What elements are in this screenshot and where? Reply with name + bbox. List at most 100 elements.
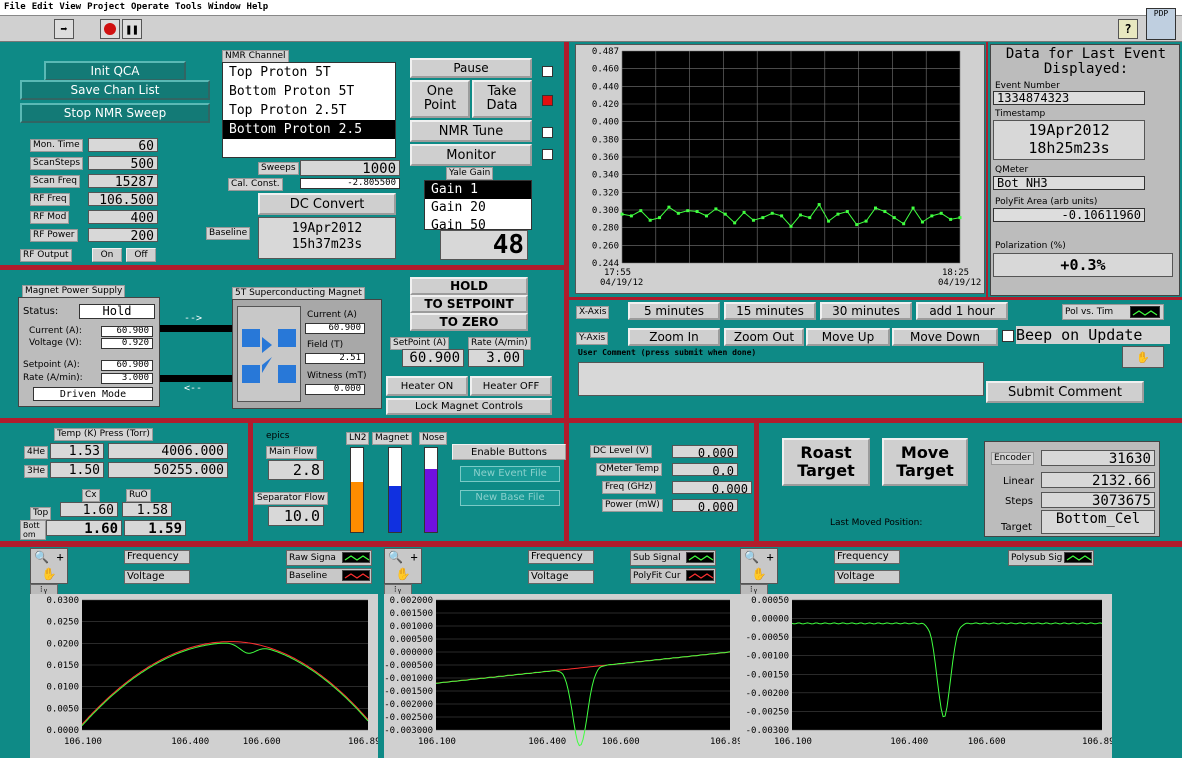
y-tick-label: -0.002500 <box>384 713 433 723</box>
y-axis-button[interactable]: Zoom Out <box>724 328 804 346</box>
menu-item-help[interactable]: Help <box>247 2 269 13</box>
pause-indicator[interactable] <box>542 66 553 77</box>
magnet-gauge-fill <box>389 485 401 532</box>
x-axis-button[interactable]: 30 minutes <box>820 302 912 320</box>
submit-comment-button[interactable]: Submit Comment <box>986 381 1144 403</box>
menu-item-operate[interactable]: Operate <box>131 2 169 13</box>
legend-frequency[interactable]: Frequency <box>834 550 900 564</box>
run-arrow-button[interactable]: ➡ <box>54 19 74 39</box>
save-chan-list-button[interactable]: Save Chan List <box>20 80 210 100</box>
y-tick-label: -0.00300 <box>746 726 789 736</box>
menu-item-tools[interactable]: Tools <box>175 2 202 13</box>
event-number-label: Event Number <box>995 81 1060 91</box>
baseline-label: Baseline <box>206 227 251 240</box>
param-value[interactable]: 500 <box>88 156 158 170</box>
graph-tools-palette[interactable]: 🔍 + ✋ <box>740 548 778 584</box>
param-value[interactable]: 15287 <box>88 174 158 188</box>
y-tick-label: -0.00200 <box>746 689 789 699</box>
init-qca-button[interactable]: Init QCA <box>44 61 186 81</box>
y-tick-label: 0.0050 <box>46 704 79 714</box>
stop-nmr-sweep-button[interactable]: Stop NMR Sweep <box>20 103 210 123</box>
rf-on-button[interactable]: On <box>92 248 122 262</box>
legend-frequency[interactable]: Frequency <box>528 550 594 564</box>
rf-off-button[interactable]: Off <box>126 248 156 262</box>
sp-value[interactable]: 60.900 <box>402 349 464 367</box>
to-setpoint-button[interactable]: TO SETPOINT <box>410 295 528 313</box>
y-axis-button[interactable]: Zoom In <box>628 328 720 346</box>
monitor-button[interactable]: Monitor <box>410 144 532 166</box>
nmr-channel-list[interactable]: Top Proton 5T Bottom Proton 5T Top Proton … <box>222 62 396 158</box>
param-value[interactable]: 400 <box>88 210 158 224</box>
gain-item[interactable]: Gain 1 <box>425 181 531 199</box>
nmr-channel-item[interactable]: Bottom Proton 5T <box>223 82 395 101</box>
menu-item-file[interactable]: File <box>4 2 26 13</box>
dc-convert-button[interactable]: DC Convert <box>258 193 396 215</box>
steps-label: Steps <box>1005 496 1033 507</box>
y-axis-button[interactable]: Move Up <box>806 328 890 346</box>
take-data-indicator[interactable] <box>542 95 553 106</box>
legend-voltage[interactable]: Voltage <box>528 570 594 584</box>
comment-input[interactable] <box>578 362 984 396</box>
main-flow-label: Main Flow <box>266 446 317 459</box>
gain-item[interactable]: Gain 20 <box>425 199 531 217</box>
x-axis-button[interactable]: 15 minutes <box>724 302 816 320</box>
menu-item-view[interactable]: View <box>59 2 81 13</box>
cal-const-value[interactable]: -2.805500 <box>300 178 400 189</box>
nmr-tune-indicator[interactable] <box>542 127 553 138</box>
param-value[interactable]: 200 <box>88 228 158 242</box>
nmr-channel-item[interactable]: Top Proton 5T <box>223 63 395 82</box>
plot-area <box>792 600 1102 730</box>
hold-button[interactable]: HOLD <box>410 277 528 295</box>
menu-item-edit[interactable]: Edit <box>32 2 54 13</box>
monitor-indicator[interactable] <box>542 149 553 160</box>
yale-gain-list[interactable]: Gain 1 Gain 20 Gain 50 <box>424 180 532 230</box>
gain-item[interactable]: Gain 50 <box>425 217 531 229</box>
x-axis-button[interactable]: add 1 hour <box>916 302 1008 320</box>
legend-voltage[interactable]: Voltage <box>834 570 900 584</box>
nmr-channel-item[interactable]: Bottom Proton 2.5 <box>223 120 395 139</box>
help-button[interactable]: ? <box>1118 19 1138 39</box>
nmr-channel-item[interactable]: Top Proton 2.5T <box>223 101 395 120</box>
rate-value[interactable]: 3.00 <box>468 349 524 367</box>
heater-on-button[interactable]: Heater ON <box>386 376 468 396</box>
x-tick-label: 106.898 <box>1082 737 1112 747</box>
baseline-time: 15h37m23s <box>291 237 363 252</box>
hand-tool-icon[interactable]: ✋ <box>1122 346 1164 368</box>
separator <box>564 42 569 418</box>
qmeter-status-label: Power (mW) <box>602 499 663 512</box>
param-value[interactable]: 60 <box>88 138 158 152</box>
param-value[interactable]: 106.500 <box>88 192 158 206</box>
ps-setpoint-value[interactable]: 60.900 <box>101 360 153 371</box>
new-base-file-button[interactable]: New Base File <box>460 490 560 506</box>
pause-button[interactable]: Pause <box>410 58 532 78</box>
sweeps-label: Sweeps <box>258 162 299 175</box>
target-value: Bottom_Cel <box>1041 510 1155 534</box>
ps-rate-value[interactable]: 3.000 <box>101 373 153 384</box>
beep-checkbox[interactable] <box>1002 330 1014 342</box>
x-tick-label: 106.600 <box>602 737 640 747</box>
abort-button[interactable] <box>100 19 120 39</box>
y-axis-button[interactable]: Move Down <box>892 328 998 346</box>
graph-tools-palette[interactable]: 🔍 + ✋ <box>384 548 422 584</box>
y-tick-label: 0.000500 <box>390 635 433 645</box>
heater-off-button[interactable]: Heater OFF <box>470 376 552 396</box>
he3-press: 50255.000 <box>108 462 228 478</box>
pause-button[interactable]: ❚❚ <box>122 19 142 39</box>
one-point-button[interactable]: One Point <box>410 80 470 118</box>
move-target-button[interactable]: Move Target <box>882 438 968 486</box>
menu-item-window[interactable]: Window <box>208 2 241 13</box>
legend-voltage[interactable]: Voltage <box>124 570 190 584</box>
lock-magnet-button[interactable]: Lock Magnet Controls <box>386 398 552 415</box>
nose-gauge <box>424 447 438 533</box>
take-data-button[interactable]: Take Data <box>472 80 532 118</box>
menu-item-project[interactable]: Project <box>87 2 125 13</box>
enable-buttons-button[interactable]: Enable Buttons <box>452 444 566 460</box>
legend-frequency[interactable]: Frequency <box>124 550 190 564</box>
nose-label: Nose <box>419 432 448 445</box>
to-zero-button[interactable]: TO ZERO <box>410 313 528 331</box>
nmr-tune-button[interactable]: NMR Tune <box>410 120 532 142</box>
x-axis-button[interactable]: 5 minutes <box>628 302 720 320</box>
new-event-file-button[interactable]: New Event File <box>460 466 560 482</box>
roast-target-button[interactable]: Roast Target <box>782 438 870 486</box>
graph-tools-palette[interactable]: 🔍 + ✋ <box>30 548 68 584</box>
